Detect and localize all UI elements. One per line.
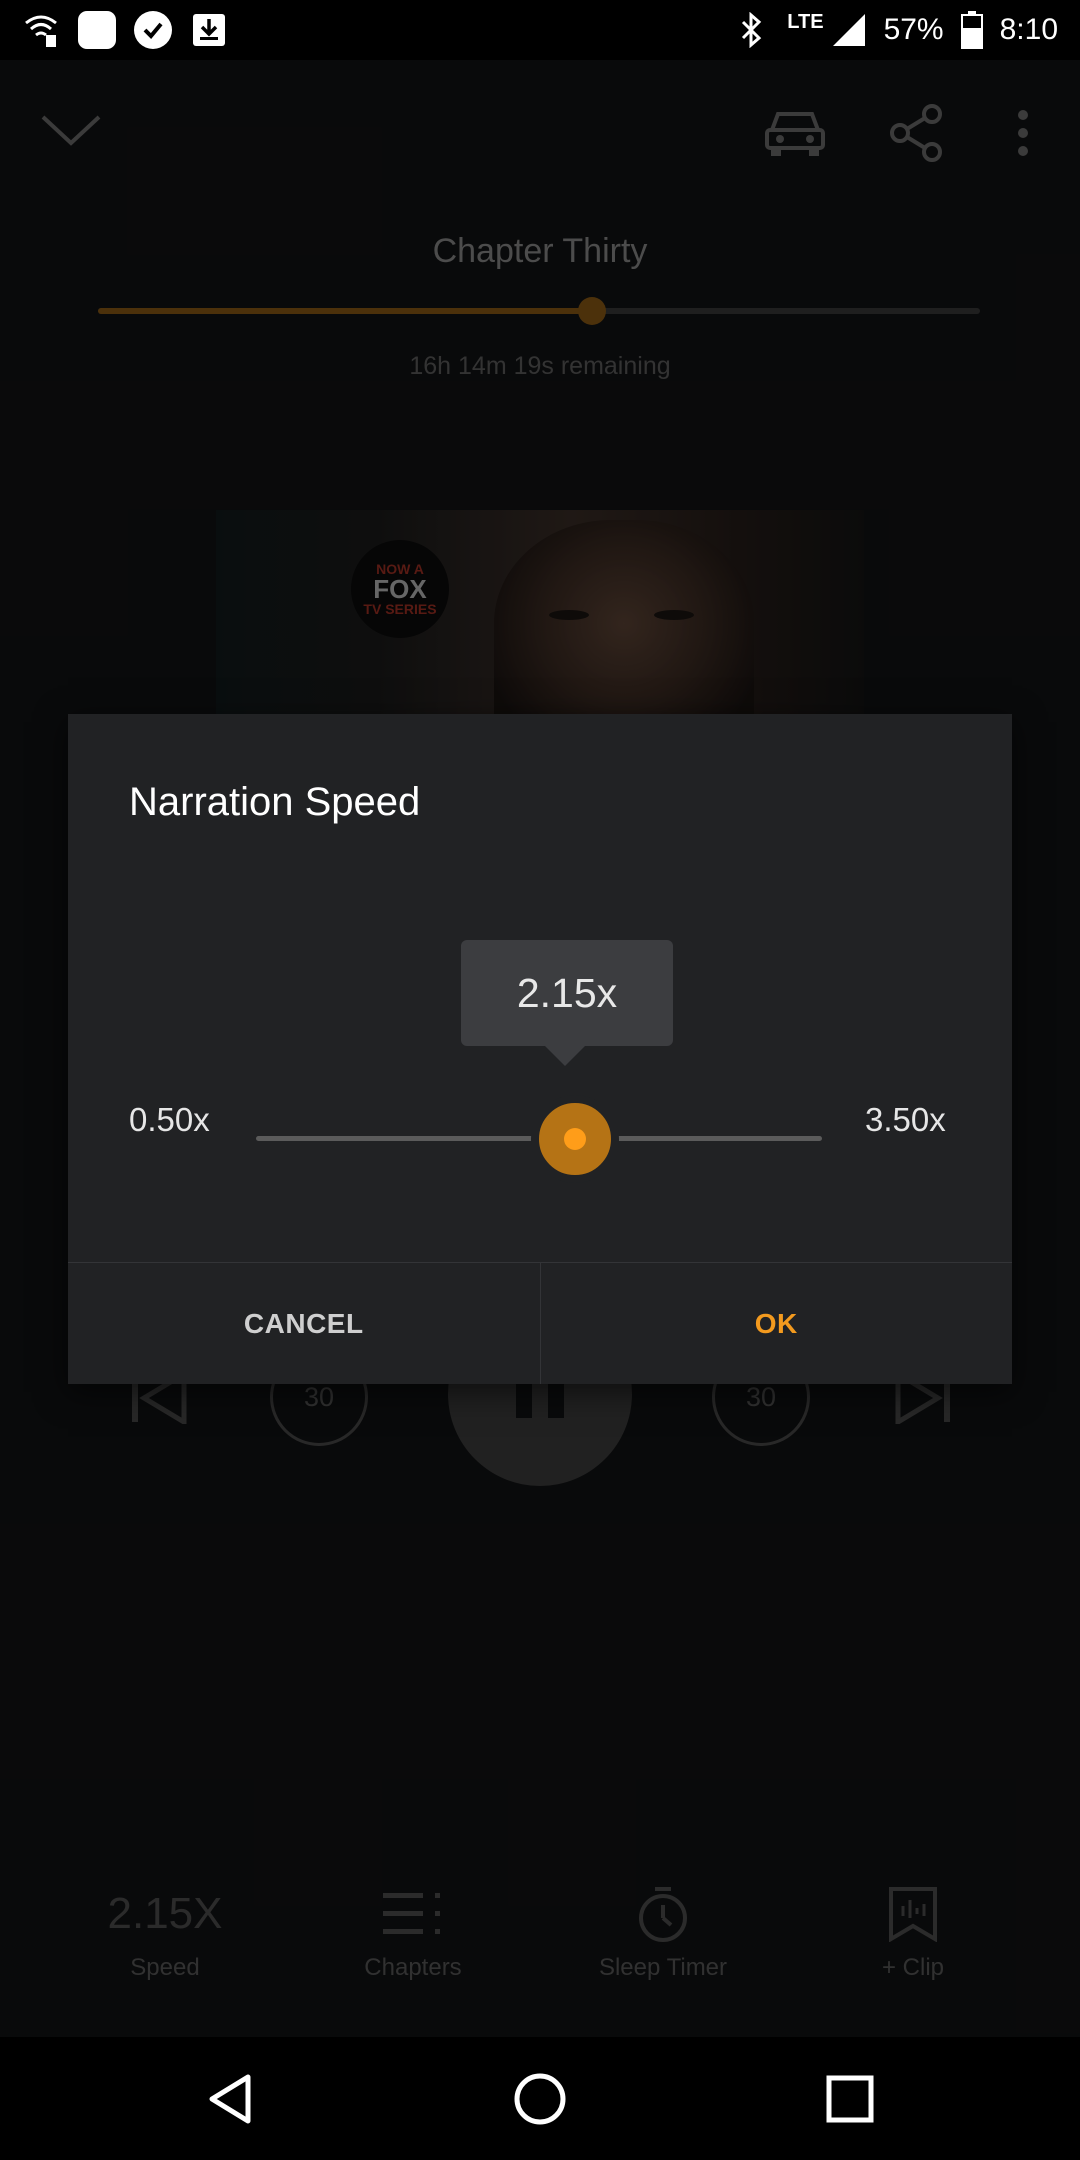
max-speed-label: 3.50x bbox=[865, 1101, 946, 1138]
system-nav-bar bbox=[0, 2037, 1080, 2160]
speed-value-tooltip: 2.15x bbox=[461, 940, 673, 1046]
signal-icon bbox=[830, 11, 868, 49]
battery-percent: 57% bbox=[883, 13, 944, 46]
battery-icon bbox=[960, 11, 984, 49]
tooltip-arrow bbox=[543, 1044, 587, 1066]
clock: 8:10 bbox=[999, 13, 1058, 46]
status-bar: LTE 57% 8:10 bbox=[0, 0, 1080, 60]
recents-nav-icon[interactable] bbox=[820, 2069, 880, 2129]
bluetooth-icon bbox=[733, 11, 771, 49]
wifi-icon bbox=[22, 11, 60, 49]
download-icon bbox=[190, 11, 228, 49]
back-nav-icon[interactable] bbox=[200, 2069, 260, 2129]
min-speed-label: 0.50x bbox=[129, 1101, 210, 1138]
ok-button[interactable]: OK bbox=[541, 1263, 1013, 1384]
narration-speed-dialog: Narration Speed 2.15x 0.50x 3.50x CANCEL… bbox=[68, 714, 1012, 1384]
cancel-button[interactable]: CANCEL bbox=[68, 1263, 541, 1384]
speed-slider-thumb[interactable] bbox=[531, 1095, 620, 1183]
check-icon bbox=[134, 11, 172, 49]
network-type: LTE bbox=[787, 10, 824, 33]
slider-thumb-center bbox=[564, 1128, 587, 1150]
dialog-title: Narration Speed bbox=[129, 780, 421, 824]
speed-tooltip-text: 2.15x bbox=[516, 969, 618, 1016]
home-nav-icon[interactable] bbox=[510, 2069, 570, 2129]
dialog-actions: CANCEL OK bbox=[68, 1262, 1012, 1384]
mi-app-icon bbox=[78, 11, 116, 49]
